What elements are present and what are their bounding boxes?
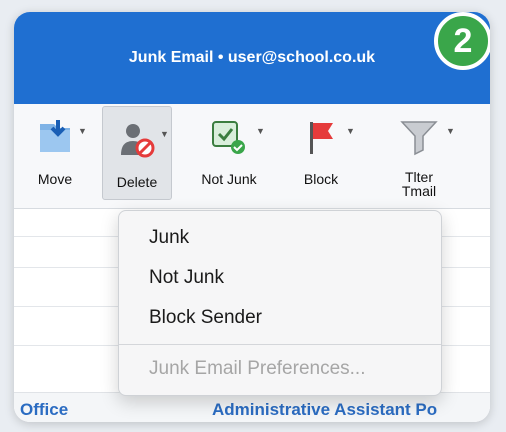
chevron-down-icon[interactable]: ▼ [78, 126, 87, 136]
step-number-badge: 2 [434, 12, 490, 70]
block-label: Block [303, 171, 339, 187]
move-label: Move [37, 171, 73, 187]
title-bar: Junk Email • user@school.co.uk [14, 12, 490, 104]
office-link[interactable]: Office [20, 400, 68, 420]
menu-separator [119, 344, 441, 345]
not-junk-label: Not Junk [201, 171, 257, 187]
chevron-down-icon[interactable]: ▼ [346, 126, 355, 136]
delete-button[interactable]: ▼ Delete [102, 106, 172, 200]
delete-person-icon [121, 124, 155, 158]
not-junk-button[interactable]: ▼ Not Junk [194, 104, 265, 204]
menu-item-block-sender[interactable]: Block Sender [149, 307, 262, 329]
not-junk-icon [212, 121, 245, 154]
chevron-down-icon[interactable]: ▼ [446, 126, 455, 136]
filter-funnel-icon [400, 121, 438, 156]
chevron-down-icon[interactable]: ▼ [256, 126, 265, 136]
ribbon-toolbar: ▼ Move ▼ Delete ▼ Not Junk ▼ Block ▼ Tlt… [14, 104, 490, 209]
outlook-window: Junk Email • user@school.co.uk ▼ Move ▼ … [14, 12, 490, 422]
filter-label-line2: Tmail [401, 183, 437, 199]
delete-dropdown-menu: Junk Not Junk Block Sender Junk Email Pr… [118, 210, 442, 396]
menu-item-junk-preferences: Junk Email Preferences... [149, 358, 366, 379]
admin-assistant-link[interactable]: Administrative Assistant Po [212, 400, 437, 420]
menu-item-not-junk[interactable]: Not Junk [149, 267, 224, 289]
menu-item-junk[interactable]: Junk [149, 227, 189, 249]
block-button[interactable]: ▼ Block [286, 104, 356, 204]
filter-email-label: Tlter Tmail [384, 170, 454, 198]
delete-label: Delete [116, 174, 158, 190]
move-button[interactable]: ▼ Move [20, 104, 90, 204]
window-title: Junk Email • user@school.co.uk [128, 49, 376, 66]
red-flag-icon [310, 122, 333, 154]
filter-email-button[interactable]: ▼ Tlter Tmail [384, 104, 455, 204]
move-folder-icon [40, 120, 70, 152]
chevron-down-icon[interactable]: ▼ [160, 129, 169, 139]
